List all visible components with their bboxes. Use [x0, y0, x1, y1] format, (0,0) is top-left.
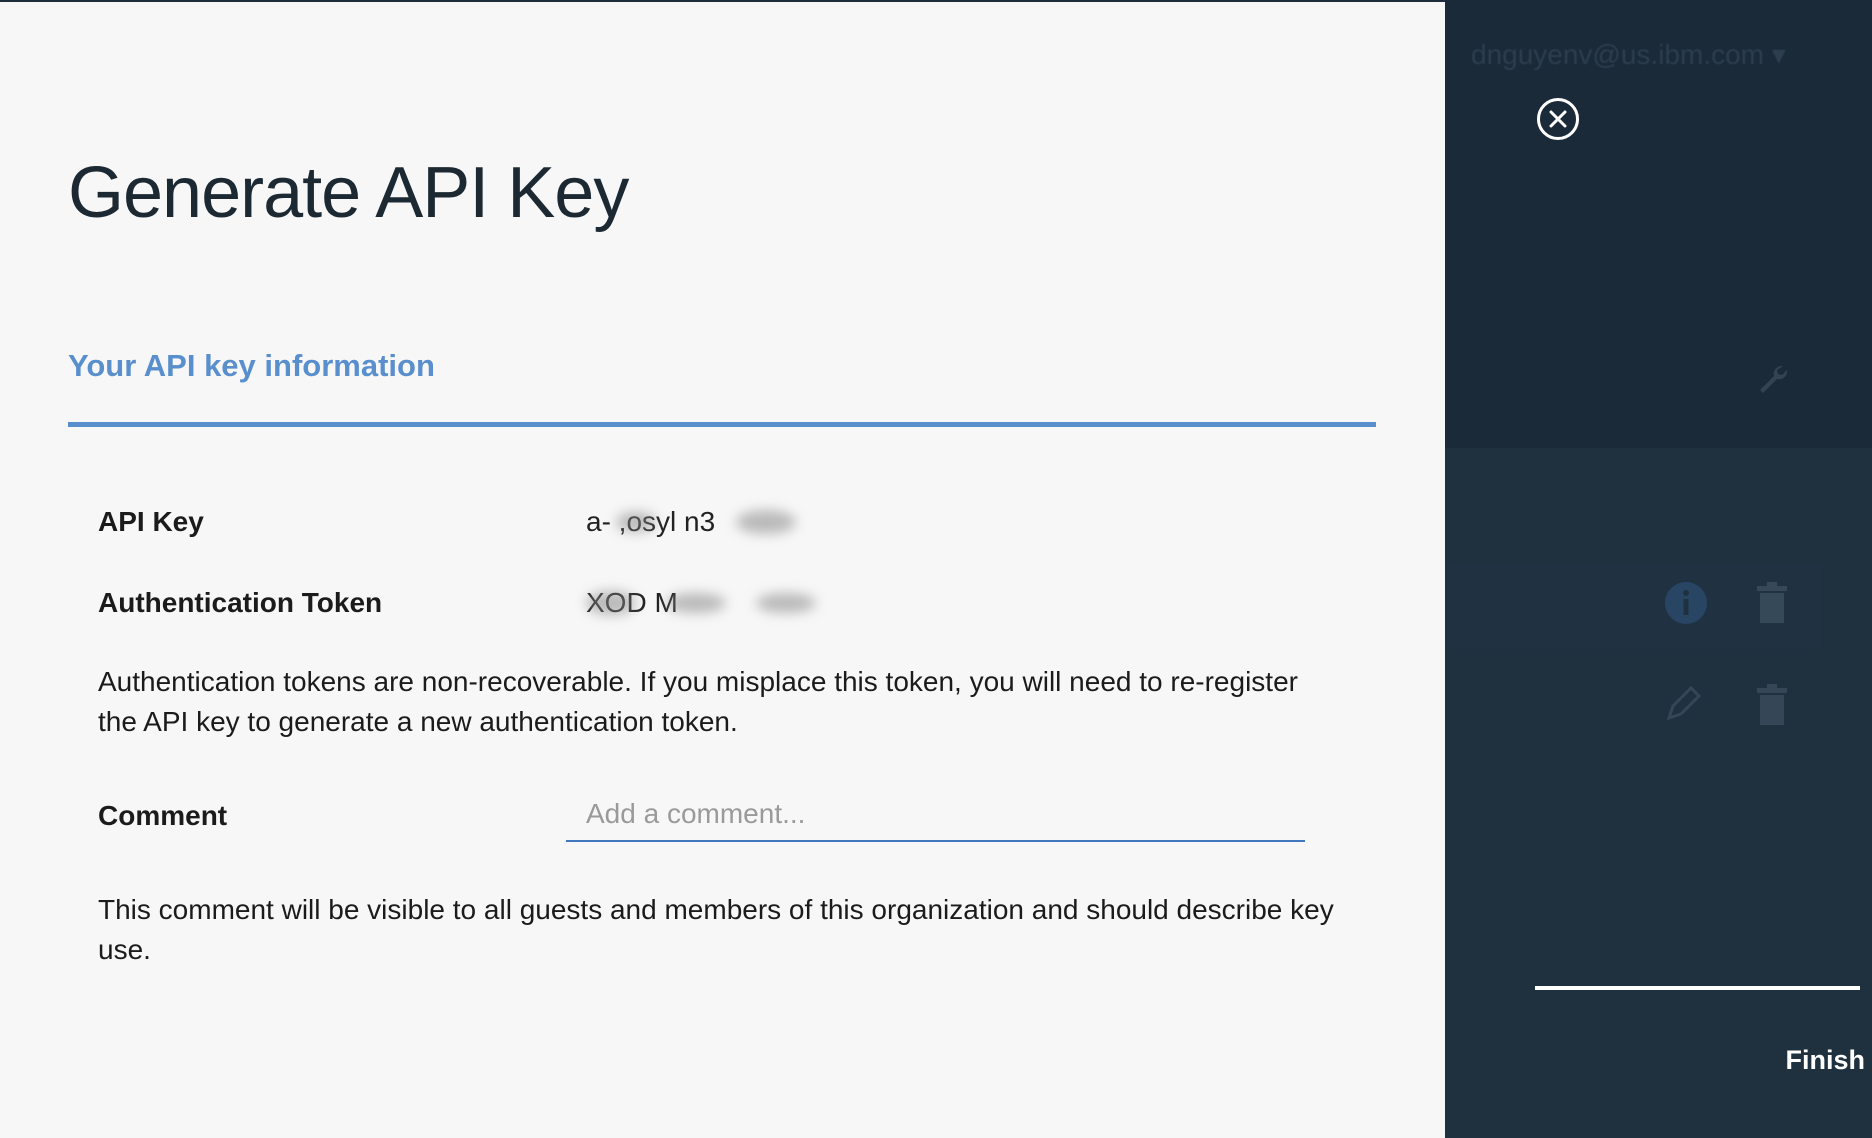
side-panel: dnguyenv@us.ibm.com ▾ Finish: [1445, 0, 1872, 1138]
close-icon: [1549, 110, 1567, 128]
section-divider: [68, 422, 1376, 427]
comment-visibility-note: This comment will be visible to all gues…: [98, 894, 1334, 965]
redaction-smudge: [756, 593, 816, 613]
auth-token-value: XOD M: [586, 587, 816, 619]
api-key-label: API Key: [98, 506, 204, 537]
section-title: Your API key information: [68, 348, 435, 383]
token-warning-text: Authentication tokens are non-recoverabl…: [98, 666, 1298, 737]
close-button[interactable]: [1537, 98, 1579, 140]
auth-token-label: Authentication Token: [98, 587, 383, 618]
modal-title: Generate API Key: [68, 153, 629, 233]
finish-button[interactable]: Finish: [1745, 1040, 1866, 1080]
finish-divider: [1535, 986, 1860, 990]
side-panel-body: [1445, 448, 1872, 1138]
redaction-smudge: [666, 593, 726, 613]
redaction-smudge: [616, 512, 656, 532]
comment-label: Comment: [98, 800, 228, 831]
comment-input[interactable]: [566, 788, 1305, 842]
info-icon: [1665, 582, 1707, 624]
pencil-icon: [1666, 685, 1702, 721]
redaction-smudge: [736, 510, 796, 534]
wrench-icon: [1760, 365, 1788, 393]
user-email-menu: dnguyenv@us.ibm.com ▾: [1471, 39, 1786, 70]
trash-icon: [1757, 684, 1787, 725]
trash-icon: [1757, 582, 1787, 623]
api-key-value: a- ,osyl n3: [586, 506, 796, 538]
redaction-smudge: [586, 591, 636, 615]
generate-api-key-modal: Generate API Key Your API key informatio…: [0, 2, 1445, 1138]
